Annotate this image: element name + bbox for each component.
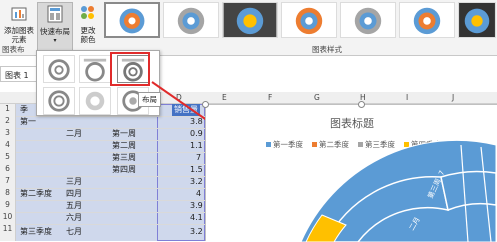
resize-handle[interactable] — [358, 101, 365, 108]
resize-handle[interactable] — [202, 101, 209, 108]
sunburst-chart[interactable]: 图表标题 第一季度 第二季度 第三季度 第四季度 第三周, 7 二月 — [202, 101, 497, 242]
sunburst-graphic[interactable]: 第三周, 7 二月 — [206, 105, 497, 242]
